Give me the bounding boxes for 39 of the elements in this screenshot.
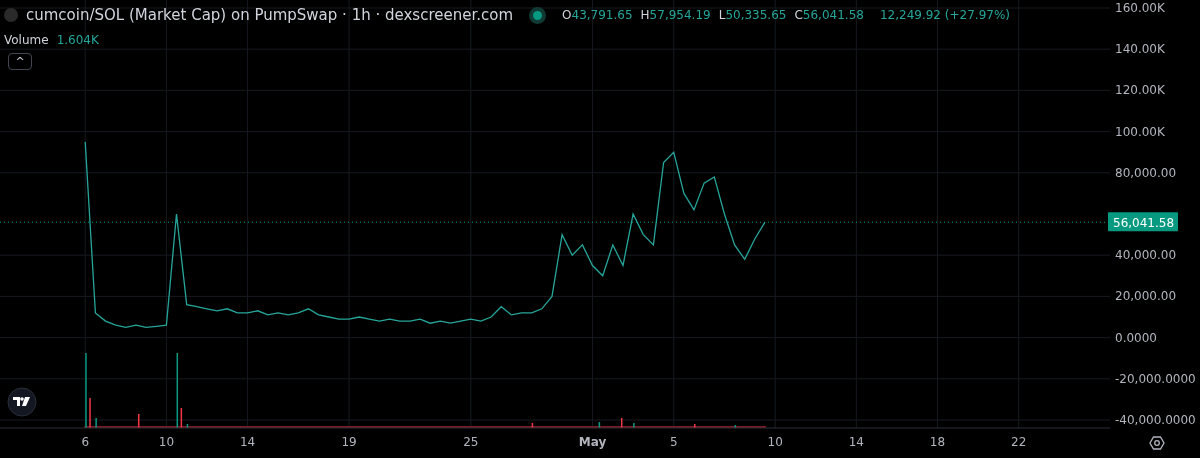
ohlc-value: 43,791.65 [571, 7, 633, 25]
x-axis-label: 14 [239, 435, 256, 449]
status-icon [529, 6, 547, 24]
price-badge: 56,041.58 [1108, 212, 1178, 232]
y-axis-label: -40,000.0000 [1115, 413, 1196, 427]
coin-icon [4, 8, 18, 23]
x-axis-label: 6 [81, 435, 90, 449]
x-axis-label: 5 [669, 435, 678, 449]
change-value: 12,249.92 (+27.97%) [879, 7, 1010, 25]
volume-label: Volume [4, 31, 49, 49]
y-axis-label: 140.00K [1115, 42, 1165, 57]
x-axis-label: 14 [848, 435, 864, 449]
y-axis-label: -20,000.0000 [1115, 371, 1196, 386]
x-axis-label: 10 [767, 435, 783, 449]
settings-icon[interactable] [1149, 436, 1165, 450]
x-axis-label: 25 [463, 435, 479, 449]
y-axis-label: 120.00K [1115, 83, 1165, 98]
y-axis-label: 160.00K [1115, 1, 1165, 15]
y-axis-label: 80,000.00 [1115, 165, 1177, 180]
y-axis-label: 20,000.00 [1115, 289, 1177, 304]
ohlc-value: 50,335.65 [725, 7, 787, 25]
collapse-button[interactable]: ^ [8, 52, 32, 70]
ohlc-letter: H [640, 7, 650, 25]
ohlc-value: 56,041.58 [802, 7, 864, 25]
chart-title: cumcoin/SOL (Market Cap) on PumpSwap · 1h · dexscreener.com [26, 5, 514, 26]
ohlc-value: 57,954.19 [649, 7, 711, 25]
y-axis-label: 40,000.00 [1115, 248, 1177, 263]
volume-value: 1.604K [56, 31, 99, 49]
x-axis-label: 22 [1011, 435, 1027, 449]
x-axis-label: 10 [158, 435, 175, 449]
y-axis-label: 100.00K [1115, 124, 1165, 139]
logo-icon[interactable] [7, 387, 37, 417]
ohlc-letter: L [718, 7, 726, 25]
x-axis-label: May [578, 435, 607, 449]
ohlc-letter: O [562, 7, 572, 25]
y-axis-label: 0.0000 [1115, 330, 1157, 345]
x-axis-label: 19 [341, 435, 357, 449]
x-axis-label: 18 [929, 435, 946, 449]
ohlc-letter: C [794, 7, 803, 25]
